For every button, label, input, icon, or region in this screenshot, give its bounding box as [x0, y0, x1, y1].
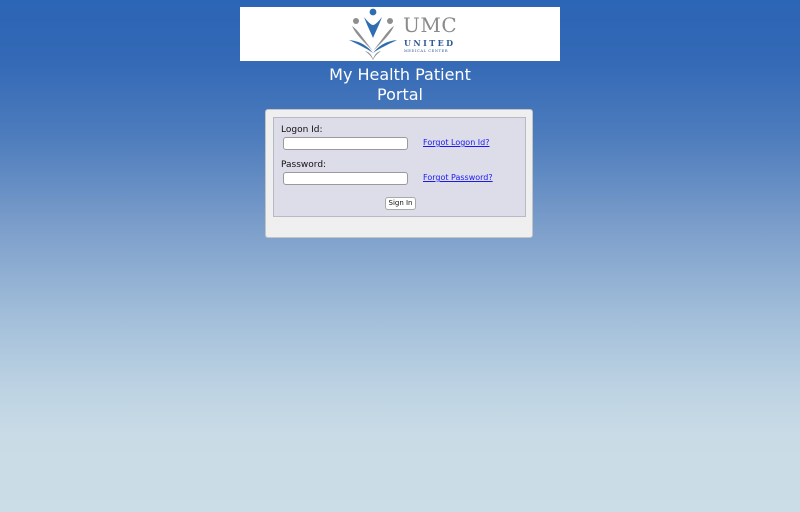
password-label: Password:: [281, 160, 327, 170]
logo-tagline: MEDICAL CENTER: [404, 49, 449, 53]
portal-title-line2: Portal: [377, 85, 423, 104]
logon-id-input[interactable]: [283, 137, 408, 150]
portal-title: My Health Patient Portal: [300, 65, 500, 105]
forgot-logon-id-link[interactable]: Forgot Logon Id?: [423, 138, 490, 147]
logon-id-label: Logon Id:: [281, 125, 323, 135]
sign-in-button[interactable]: Sign In: [385, 197, 416, 210]
login-form: Logon Id: Forgot Logon Id? Password: For…: [273, 117, 526, 217]
logo-name: UMC: [403, 13, 458, 37]
password-input[interactable]: [283, 172, 408, 185]
login-panel: Logon Id: Forgot Logon Id? Password: For…: [265, 109, 533, 238]
page: { "header": { "logo": { "name": "UMC", "…: [0, 0, 800, 512]
portal-title-line1: My Health Patient: [329, 65, 471, 84]
logo-banner: UMC UNITED MEDICAL CENTER: [240, 7, 560, 61]
forgot-password-link[interactable]: Forgot Password?: [423, 173, 493, 182]
umc-people-logo-icon: [349, 8, 397, 60]
logo-subtitle: UNITED: [404, 38, 456, 48]
